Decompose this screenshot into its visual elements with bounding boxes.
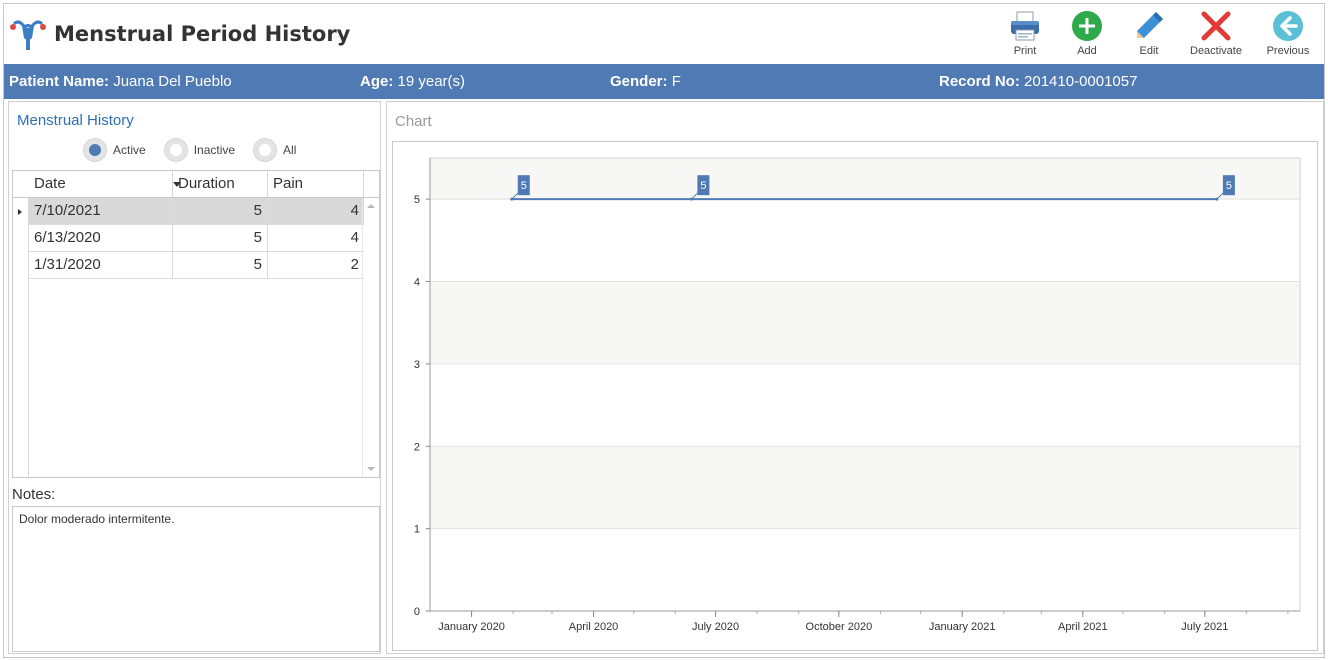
y-tick-label: 5 [414,194,420,206]
y-tick-label: 1 [414,524,420,536]
y-tick-label: 4 [414,277,420,289]
previous-button[interactable]: Previous [1252,6,1324,62]
radio-inactive-indicator [163,138,188,162]
patient-record-label: Record No: [939,73,1020,90]
radio-all-indicator [253,138,278,162]
patient-age-label: Age: [360,73,394,90]
data-label: 5 [1226,180,1232,192]
grid-band [430,158,1300,200]
patient-record-value: 201410-0001057 [1024,73,1138,90]
notes-label: Notes: [12,486,56,503]
radio-all[interactable]: All [253,138,296,162]
cell-pain: 2 [350,256,359,273]
x-tick-label: April 2020 [569,621,619,633]
y-tick-label: 3 [414,359,420,371]
x-tick-label: January 2021 [929,621,996,633]
column-header-pain[interactable]: Pain [268,171,364,197]
x-tick-label: July 2021 [1181,621,1228,633]
app-header: Menstrual Period History Print Add Edit … [4,4,1324,64]
grid-band [430,446,1300,529]
table-row[interactable]: 1/31/2020 5 2 [29,252,364,279]
menstrual-history-panel: Menstrual History Active Inactive All Da… [8,101,381,654]
add-label: Add [1077,45,1097,57]
radio-active-indicator [83,138,107,162]
radio-all-label: All [283,143,297,157]
radio-inactive-label: Inactive [193,143,236,157]
print-label: Print [1013,45,1037,57]
data-label: 5 [700,180,706,192]
column-header-date[interactable]: Date [29,171,181,197]
patient-gender-label: Gender: [610,73,668,90]
status-filter: Active Inactive All [83,138,296,162]
menstrual-history-title: Menstrual History [17,112,134,129]
add-button[interactable]: Add [1056,6,1118,62]
chart-caption: Chart [395,113,432,130]
patient-name-label: Patient Name: [9,73,110,90]
cell-date: 7/10/2021 [29,198,173,224]
x-tick-label: October 2020 [806,621,873,633]
grid-scrollbar[interactable] [362,198,379,477]
page-title: Menstrual Period History [54,22,351,46]
y-tick-label: 2 [414,441,420,453]
arrow-left-icon [1273,11,1303,41]
app-window: Menstrual Period History Print Add Edit … [3,3,1325,658]
scroll-up-icon[interactable] [367,204,375,208]
cell-pain: 4 [350,202,359,219]
table-row[interactable]: 7/10/2021 5 4 [29,198,364,225]
deactivate-label: Deactivate [1190,45,1242,57]
deactivate-button[interactable]: Deactivate [1180,6,1252,62]
column-header-duration[interactable]: Duration [173,171,268,197]
line-chart: 0 1 2 3 4 5 January 2020 April 2020 July 2020 Oct… [414,157,1301,633]
y-tick-label: 0 [414,606,420,618]
patient-gender-field: Gender: F [610,73,681,90]
radio-inactive[interactable]: Inactive [163,138,236,162]
printer-icon [1011,11,1039,41]
print-button[interactable]: Print [994,6,1056,62]
chart-frame: 0 1 2 3 4 5 January 2020 April 2020 July 2020 Oct… [392,141,1318,651]
cell-pain: 4 [350,229,359,246]
cell-date: 6/13/2020 [29,225,173,251]
cell-duration: 5 [173,225,268,251]
radio-active[interactable]: Active [83,138,146,162]
cell-duration: 5 [173,198,268,224]
patient-info-bar: Patient Name: Juana Del Pueblo Age: 19 y… [4,64,1324,99]
patient-record-field: Record No: 201410-0001057 [939,73,1137,90]
edit-button[interactable]: Edit [1118,6,1180,62]
history-grid: Date Duration Pain 7/10/2021 5 4 6/13/20… [12,170,380,478]
cell-date: 1/31/2020 [29,252,173,278]
grid-header: Date Duration Pain [13,171,379,198]
x-tick-label: January 2020 [438,621,505,633]
table-row[interactable]: 6/13/2020 5 4 [29,225,364,252]
row-indicator-column [13,171,29,477]
column-header-date-label: Date [34,175,66,192]
patient-name-field: Patient Name: Juana Del Pueblo [9,73,232,90]
x-tick-label: July 2020 [692,621,739,633]
cell-duration: 5 [173,252,268,278]
patient-age-value: 19 year(s) [397,73,466,90]
scroll-down-icon[interactable] [367,467,375,471]
notes-field[interactable]: Dolor moderado intermitente. [12,506,380,652]
pencil-icon [1137,12,1163,38]
plot-area [429,157,1301,612]
radio-active-label: Active [113,143,146,157]
toolbar: Print Add Edit Deactivate Previous [994,6,1324,64]
edit-label: Edit [1139,45,1159,57]
x-tick-label: April 2021 [1058,621,1108,633]
data-label: 5 [521,180,527,192]
patient-gender-value: F [671,73,681,90]
uterus-icon [10,20,46,50]
plus-circle-icon [1072,11,1102,41]
patient-age-field: Age: 19 year(s) [360,73,465,90]
current-row-indicator-icon [18,209,22,215]
close-icon [1201,11,1231,41]
chart-panel: Chart 0 1 2 3 4 5 January 2020 April 2020 July 2… [386,101,1324,654]
patient-name-value: Juana Del Pueblo [113,73,232,90]
previous-label: Previous [1266,45,1310,57]
grid-band [430,281,1300,364]
